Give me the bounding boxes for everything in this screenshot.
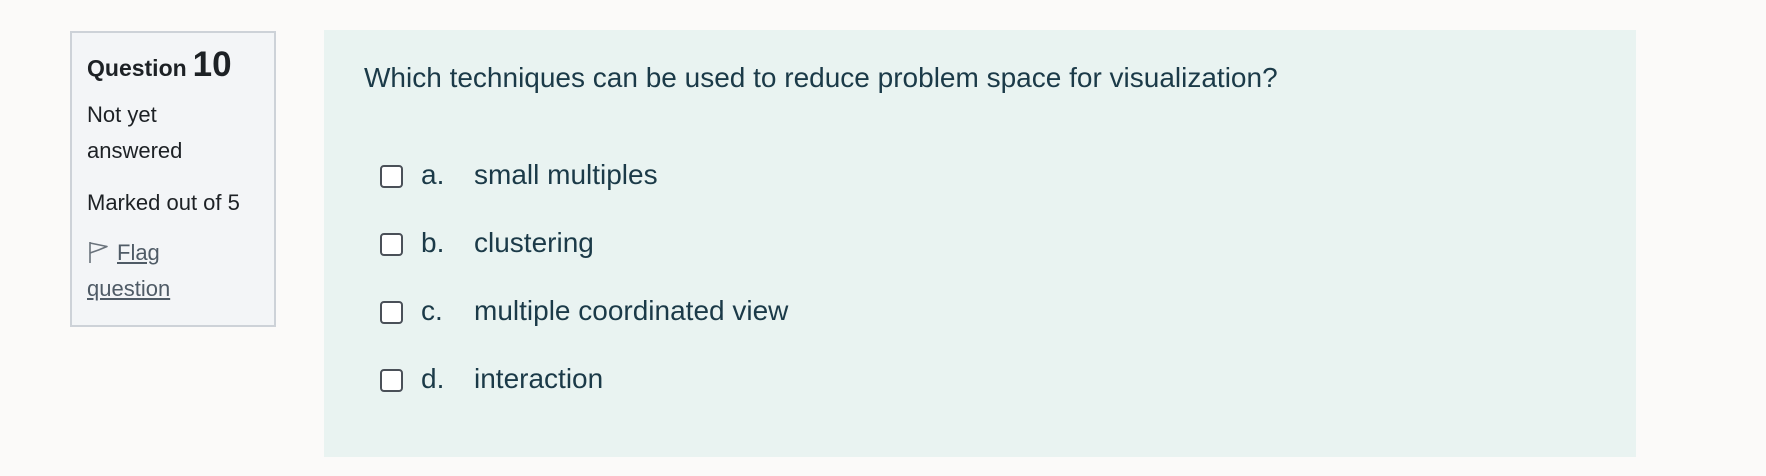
flag-icon [89, 242, 108, 263]
answer-label-c[interactable]: multiple coordinated view [474, 293, 788, 329]
answer-option-a[interactable]: a. small multiples [380, 157, 788, 225]
answer-label-d[interactable]: interaction [474, 361, 603, 397]
question-number-heading: Question 10 [87, 47, 260, 83]
answer-letter-a: a. [421, 159, 445, 190]
answer-letter-c: c. [421, 295, 443, 326]
question-state: Not yet answered [87, 102, 183, 163]
answer-label-b[interactable]: clustering [474, 225, 594, 261]
question-label: Question [87, 55, 187, 81]
answer-checkbox-a[interactable] [380, 165, 403, 188]
answer-option-c[interactable]: c. multiple coordinated view [380, 293, 788, 361]
answer-option-b[interactable]: b. clustering [380, 225, 788, 293]
answer-option-d[interactable]: d. interaction [380, 361, 788, 429]
question-info-panel: Question 10 Not yet answered Marked out o… [70, 31, 276, 327]
question-number: 10 [192, 45, 232, 84]
answer-letter-d: d. [421, 363, 445, 394]
answer-list: a. small multiples b. clustering c. mult… [380, 157, 788, 429]
question-content: Which techniques can be used to reduce p… [324, 30, 1636, 457]
answer-label-a[interactable]: small multiples [474, 157, 658, 193]
answer-checkbox-d[interactable] [380, 369, 403, 392]
answer-checkbox-c[interactable] [380, 301, 403, 324]
question-text: Which techniques can be used to reduce p… [364, 62, 1278, 93]
answer-letter-b: b. [421, 227, 445, 258]
question-grade: Marked out of 5 [87, 190, 240, 215]
answer-checkbox-b[interactable] [380, 233, 403, 256]
flag-question-link[interactable]: Flag question [87, 235, 247, 307]
